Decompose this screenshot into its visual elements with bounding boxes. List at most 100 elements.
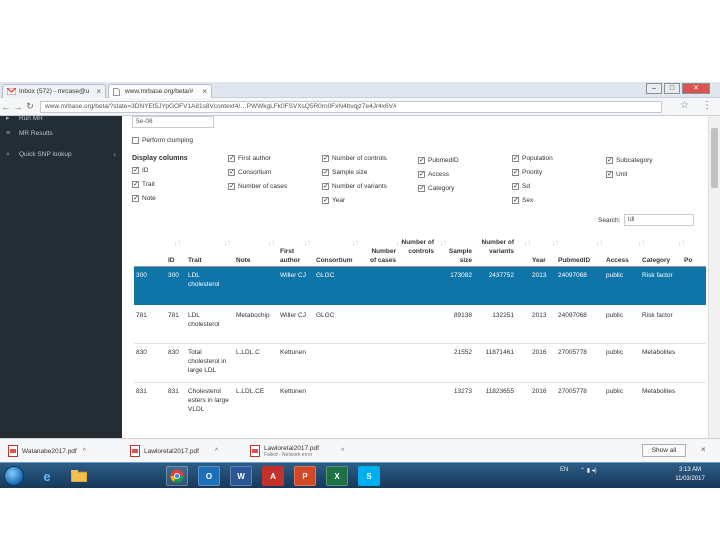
- language-indicator[interactable]: EN: [560, 467, 568, 473]
- close-window-button[interactable]: ✕: [682, 83, 710, 94]
- checkbox[interactable]: [228, 168, 235, 176]
- reload-icon[interactable]: ↻: [24, 101, 36, 112]
- column-header-id[interactable]: ID: [168, 256, 184, 265]
- column-header-sample-size[interactable]: Sample size: [442, 247, 472, 265]
- chevron-up-icon[interactable]: ^: [215, 448, 218, 455]
- skype-icon[interactable]: S: [358, 466, 380, 486]
- sidebar-item-run-mr[interactable]: ▸ Run MR: [6, 114, 116, 123]
- column-header-category[interactable]: Category: [642, 256, 676, 265]
- column-header-consortium[interactable]: Consortium: [316, 256, 362, 265]
- column-header-first-author[interactable]: First author: [280, 247, 310, 265]
- start-button[interactable]: [4, 466, 24, 486]
- sort-icon[interactable]: ↓↑: [524, 240, 531, 247]
- column-toggle-sex[interactable]: Sex: [512, 196, 533, 204]
- column-header-access[interactable]: Access: [606, 256, 636, 265]
- column-header-population[interactable]: Po: [684, 256, 704, 265]
- column-header-trait[interactable]: Trait: [188, 256, 218, 265]
- word-icon[interactable]: W: [230, 466, 252, 486]
- download-item[interactable]: Watanabe2017.pdf ^: [8, 443, 86, 459]
- chevron-up-icon[interactable]: ^: [341, 448, 344, 455]
- column-header-number-of-cases[interactable]: Number of cases: [364, 247, 396, 265]
- file-explorer-icon[interactable]: [68, 466, 90, 486]
- sort-icon[interactable]: ↓↑: [638, 240, 645, 247]
- column-header-number-of-controls[interactable]: Number of controls: [398, 238, 435, 256]
- bookmark-star-icon[interactable]: ☆: [680, 100, 689, 111]
- checkbox[interactable]: [322, 182, 329, 190]
- sidebar-item-mr-results[interactable]: ≡ MR Results: [6, 130, 116, 137]
- column-toggle-trait[interactable]: Trait: [132, 180, 155, 188]
- download-item[interactable]: Lawloretal2017.pdf ^: [130, 443, 218, 459]
- column-header-year[interactable]: Year: [532, 256, 552, 265]
- column-header-number-of-variants[interactable]: Number of variants: [478, 238, 515, 256]
- excel-icon[interactable]: X: [326, 466, 348, 486]
- checkbox[interactable]: [322, 168, 329, 176]
- maximize-button[interactable]: □: [664, 83, 680, 94]
- checkbox[interactable]: [606, 170, 613, 178]
- tray-icons[interactable]: ⌃ ▮ ◂): [580, 467, 597, 474]
- clock[interactable]: 3:13 AM 11/03/2017: [672, 466, 708, 484]
- sort-icon[interactable]: ↓↑: [678, 240, 685, 247]
- sort-icon[interactable]: ↓↑: [552, 240, 559, 247]
- column-toggle-pubmedid[interactable]: PubmedID: [418, 156, 459, 164]
- internet-explorer-icon[interactable]: e: [36, 466, 58, 486]
- tab-mrbase[interactable]: www.mrbase.org/beta/# ×: [108, 84, 212, 98]
- sort-icon[interactable]: ↓↑: [596, 240, 603, 247]
- column-toggle-priority[interactable]: Priority: [512, 168, 542, 176]
- sort-icon[interactable]: ↓↑: [224, 240, 231, 247]
- close-tab-icon[interactable]: ×: [96, 87, 101, 96]
- column-toggle-subcategory[interactable]: Subcategory: [606, 156, 653, 164]
- acrobat-icon[interactable]: A: [262, 466, 284, 486]
- column-header-pubmedid[interactable]: PubmedID: [558, 256, 598, 265]
- show-all-downloads-button[interactable]: Show all: [642, 444, 686, 457]
- back-arrow-icon[interactable]: ←: [0, 102, 12, 112]
- column-toggle-number-of-controls[interactable]: Number of controls: [322, 154, 387, 162]
- checkbox[interactable]: [512, 196, 519, 204]
- table-row[interactable]: 830 830 Total cholesterol in large LDL L…: [134, 344, 706, 382]
- checkbox[interactable]: [228, 154, 235, 162]
- outlook-icon[interactable]: O: [198, 466, 220, 486]
- column-toggle-population[interactable]: Population: [512, 154, 553, 162]
- chevron-up-icon[interactable]: ^: [83, 448, 86, 455]
- table-row[interactable]: 781 781 LDL cholesterol Metabochip Wille…: [134, 305, 706, 343]
- scrollbar-thumb[interactable]: [711, 128, 718, 188]
- column-toggle-unit[interactable]: Unit: [606, 170, 628, 178]
- chrome-icon[interactable]: [166, 466, 188, 486]
- search-input[interactable]: ldl: [624, 214, 694, 226]
- table-row[interactable]: 831 831 Cholesterol esters in large VLDL…: [134, 383, 706, 423]
- browser-menu-icon[interactable]: ⋮: [702, 100, 712, 111]
- checkbox[interactable]: [418, 170, 425, 178]
- download-item[interactable]: Lawloretal2017.pdf Failed - Network erro…: [250, 443, 344, 459]
- column-toggle-sd[interactable]: Sd: [512, 182, 530, 190]
- checkbox[interactable]: [132, 180, 139, 188]
- column-toggle-number-of-variants[interactable]: Number of variants: [322, 182, 387, 190]
- vertical-scrollbar[interactable]: [708, 116, 720, 438]
- column-toggle-id[interactable]: ID: [132, 166, 149, 174]
- close-downloads-icon[interactable]: ×: [701, 445, 706, 454]
- sort-icon[interactable]: ↓↑: [174, 240, 181, 247]
- checkbox[interactable]: [132, 166, 139, 174]
- sort-icon[interactable]: ↓↑: [304, 240, 311, 247]
- checkbox[interactable]: [512, 154, 519, 162]
- clumping-option[interactable]: Perform clumping: [132, 137, 193, 144]
- column-toggle-sample-size[interactable]: Sample size: [322, 168, 367, 176]
- column-header-note[interactable]: Note: [236, 256, 266, 265]
- close-tab-icon[interactable]: ×: [202, 87, 207, 96]
- tab-gmail[interactable]: Inbox (572) - mrcase@u ×: [2, 84, 106, 98]
- sort-icon[interactable]: ↓↑: [268, 240, 275, 247]
- table-row[interactable]: 300 300 LDL cholesterol Willer CJ GLGC 1…: [134, 267, 706, 305]
- column-toggle-number-of-cases[interactable]: Number of cases: [228, 182, 287, 190]
- checkbox[interactable]: [512, 182, 519, 190]
- sidebar-item-quick-snp-lookup[interactable]: ⌕ Quick SNP lookup ‹: [6, 150, 116, 159]
- clumping-checkbox[interactable]: [132, 137, 139, 144]
- sort-icon[interactable]: ↓↑: [352, 240, 359, 247]
- checkbox[interactable]: [228, 182, 235, 190]
- column-toggle-note[interactable]: Note: [132, 194, 156, 202]
- checkbox[interactable]: [512, 168, 519, 176]
- checkbox[interactable]: [418, 156, 425, 164]
- checkbox[interactable]: [132, 194, 139, 202]
- minimize-button[interactable]: –: [646, 83, 662, 94]
- checkbox[interactable]: [418, 184, 425, 192]
- forward-arrow-icon[interactable]: →: [12, 102, 24, 112]
- checkbox[interactable]: [606, 156, 613, 164]
- column-toggle-year[interactable]: Year: [322, 196, 345, 204]
